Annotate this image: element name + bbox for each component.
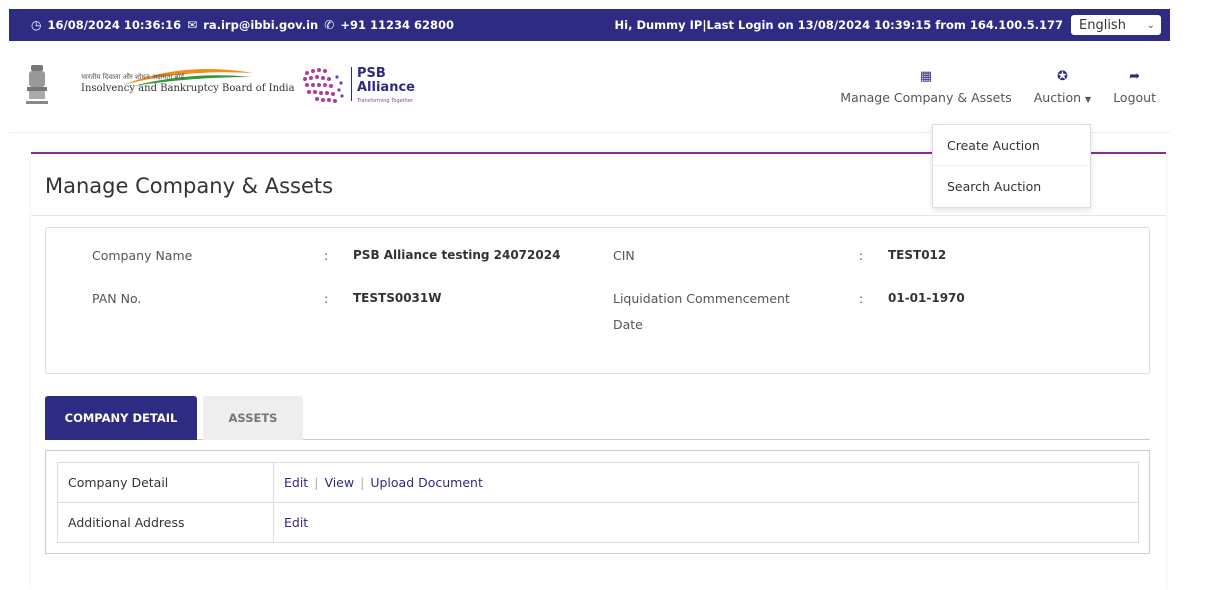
pan-value: TESTS0031W [353,291,442,305]
nav-logout-label: Logout [1113,90,1156,105]
table-row: Company Detail Edit | View | Upload Document [57,462,1139,503]
title-divider [31,215,1166,216]
welcome-text: Hi, Dummy IP|Last Login on 13/08/2024 10… [614,18,1063,32]
caret-down-icon: ▼ [1085,95,1092,104]
liquidation-date-label-line1: Liquidation Commencement [613,291,790,306]
datetime-text: 16/08/2024 10:36:16 [47,18,182,32]
auction-dropdown-menu: Create Auction Search Auction [932,124,1091,208]
top-info-bar: ◷ 16/08/2024 10:36:16 ✉ ra.irp@ibbi.gov.… [9,9,1170,41]
manage-company-panel: Manage Company & Assets Company Name : P… [31,152,1166,590]
nav-auction[interactable]: ✪ Auction ▼ [1034,69,1091,105]
cin-value: TEST012 [888,248,947,262]
user-info: Hi, Dummy IP|Last Login on 13/08/2024 10… [615,15,1170,35]
company-name-value: PSB Alliance testing 24072024 [353,248,561,262]
ibbi-hindi-name: भारतीय दिवाला और शोधन अक्षमता बोर्ड [81,73,185,81]
psb-alliance-logo[interactable]: PSB Alliance Transforming Together [299,63,449,109]
mail-icon: ✉ [187,18,198,32]
table-row: Additional Address Edit [57,502,1139,543]
row-actions: Edit [273,502,1139,543]
psb-divider [351,67,352,101]
nav-manage-label: Manage Company & Assets [840,90,1012,105]
edit-link[interactable]: Edit [284,515,308,530]
contact-info: ◷ 16/08/2024 10:36:16 ✉ ra.irp@ibbi.gov.… [9,18,454,32]
separator: | [314,475,319,490]
pan-label: PAN No. [92,291,142,306]
tab-company-detail[interactable]: COMPANY DETAIL [45,396,197,440]
nav-auction-text: Auction [1033,90,1082,105]
tab-assets[interactable]: ASSETS [203,396,303,440]
company-tabs: COMPANY DETAIL ASSETS [45,396,1150,440]
chevron-down-icon: ⌄ [1146,19,1155,31]
colon: : [324,248,329,263]
national-emblem-icon [26,65,48,104]
psb-mark-icon [303,68,344,103]
colon: : [859,291,864,306]
nav-logout[interactable]: ➦ Logout [1113,69,1156,105]
page-title: Manage Company & Assets [45,174,334,198]
cin-label: CIN [613,248,635,263]
phone-text: +91 11234 62800 [340,18,454,32]
upload-document-link[interactable]: Upload Document [370,475,483,490]
building-icon: ▦ [919,69,933,84]
menu-item-create-auction[interactable]: Create Auction [933,125,1090,166]
psb-title-line2: Alliance [357,80,415,95]
company-name-label: Company Name [92,248,193,263]
edit-link[interactable]: Edit [284,475,308,490]
clock-icon: ◷ [31,18,42,32]
ibbi-logo[interactable]: भारतीय दिवाला और शोधन अक्षमता बोर्ड Inso… [23,63,295,113]
row-actions: Edit | View | Upload Document [273,462,1139,503]
language-value: English [1079,17,1126,33]
row-label-additional-address: Additional Address [57,502,274,543]
menu-item-search-auction[interactable]: Search Auction [933,166,1090,207]
company-detail-table: Company Detail Edit | View | Upload Document… [57,462,1139,543]
company-info-box: Company Name : PSB Alliance testing 2407… [45,227,1150,374]
language-select[interactable]: English ⌄ [1071,15,1161,35]
nav-auction-label: Auction ▼ [1034,90,1091,105]
gavel-icon: ✪ [1057,69,1068,84]
site-header: भारतीय दिवाला और शोधन अक्षमता बोर्ड Inso… [9,41,1170,133]
psb-tagline: Transforming Together [357,98,413,104]
psb-title-line1: PSB [357,66,386,81]
company-detail-table-wrap: Company Detail Edit | View | Upload Document… [45,450,1150,554]
separator: | [360,475,365,490]
liquidation-date-label-line2: Date [613,317,643,332]
liquidation-date-value: 01-01-1970 [888,291,965,305]
view-link[interactable]: View [324,475,354,490]
main-nav: ▦ Manage Company & Assets ✪ Auction ▼ ➦ … [840,69,1156,105]
colon: : [859,248,864,263]
ibbi-name: Insolvency and Bankruptcy Board of India [81,83,295,94]
colon: : [324,291,329,306]
logout-icon: ➦ [1129,69,1141,84]
row-label-company-detail: Company Detail [57,462,274,503]
email-text[interactable]: ra.irp@ibbi.gov.in [203,18,318,32]
nav-manage-company[interactable]: ▦ Manage Company & Assets [840,69,1011,105]
phone-icon: ✆ [324,18,335,32]
